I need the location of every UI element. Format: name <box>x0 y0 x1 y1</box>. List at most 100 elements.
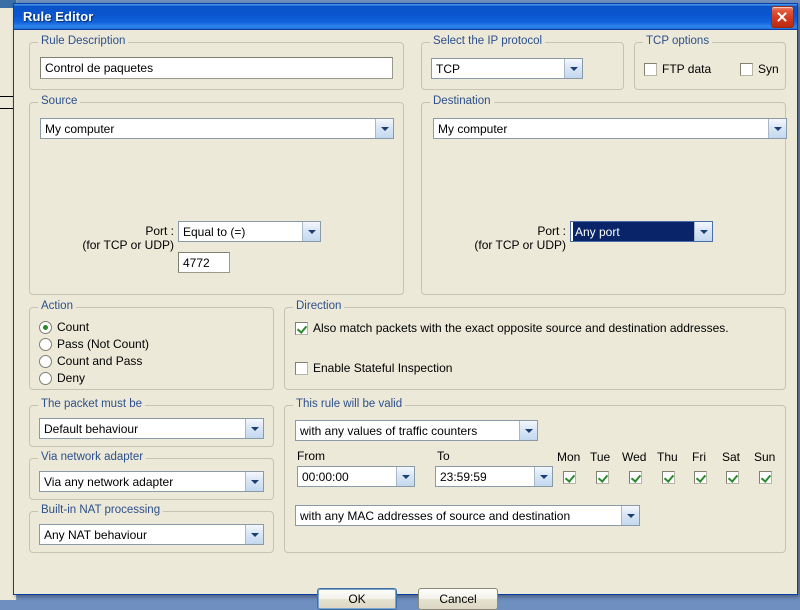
title-bar[interactable]: Rule Editor <box>14 4 797 30</box>
checkbox-match-opposite[interactable]: Also match packets with the exact opposi… <box>295 321 729 335</box>
packet-must-be-value: Default behaviour <box>44 421 139 436</box>
chevron-down-icon[interactable] <box>396 467 414 486</box>
chevron-down-icon[interactable] <box>302 222 320 241</box>
checkbox-box[interactable] <box>759 471 772 484</box>
checkbox-day-sun[interactable] <box>759 471 772 484</box>
radio-action-count-and-pass[interactable]: Count and Pass <box>39 354 142 368</box>
network-adapter-value: Via any network adapter <box>44 474 174 489</box>
group-title-ip-protocol: Select the IP protocol <box>430 35 546 47</box>
checkbox-box[interactable] <box>629 471 642 484</box>
destination-port-label-line2: (for TCP or UDP) <box>474 238 566 252</box>
chevron-down-icon[interactable] <box>245 419 263 438</box>
destination-address-value: My computer <box>438 121 508 136</box>
close-icon[interactable] <box>771 6 794 28</box>
radio-box[interactable] <box>39 337 52 351</box>
destination-port-label-line1: Port : <box>537 224 566 238</box>
checkbox-label: Enable Stateful Inspection <box>313 361 453 375</box>
radio-box[interactable] <box>39 371 52 385</box>
window-title: Rule Editor <box>23 9 94 24</box>
to-time-select[interactable]: 23:59:59 <box>435 466 553 487</box>
ip-protocol-select[interactable]: TCP <box>431 58 583 79</box>
day-label-mon: Mon <box>557 450 581 464</box>
chevron-down-icon[interactable] <box>245 525 263 544</box>
traffic-counters-select[interactable]: with any values of traffic counters <box>295 420 538 441</box>
source-port-label-line2: (for TCP or UDP) <box>82 238 174 252</box>
chevron-down-icon[interactable] <box>694 222 712 241</box>
checkbox-syn[interactable]: Syn <box>740 62 779 76</box>
checkbox-day-mon[interactable] <box>563 471 576 484</box>
radio-label: Deny <box>57 371 86 385</box>
group-title-rule-validity: This rule will be valid <box>293 398 406 410</box>
checkbox-box[interactable] <box>694 471 707 484</box>
mac-addresses-select[interactable]: with any MAC addresses of source and des… <box>295 505 640 526</box>
cancel-button[interactable]: Cancel <box>418 588 498 610</box>
ip-protocol-value: TCP <box>436 61 460 76</box>
checkbox-box[interactable] <box>740 62 753 76</box>
nat-processing-value: Any NAT behaviour <box>44 527 147 542</box>
group-title-destination: Destination <box>430 95 494 107</box>
checkbox-box[interactable] <box>563 471 576 484</box>
from-label: From <box>297 449 325 463</box>
chevron-down-icon[interactable] <box>519 421 537 440</box>
checkbox-ftp-data[interactable]: FTP data <box>644 62 711 76</box>
packet-must-be-select[interactable]: Default behaviour <box>39 418 264 439</box>
chevron-down-icon[interactable] <box>375 119 393 138</box>
chevron-down-icon[interactable] <box>768 119 786 138</box>
source-address-value: My computer <box>45 121 115 136</box>
checkbox-day-sat[interactable] <box>726 471 739 484</box>
ok-button[interactable]: OK <box>317 588 397 610</box>
nat-processing-select[interactable]: Any NAT behaviour <box>39 524 264 545</box>
checkbox-label: Syn <box>758 62 779 76</box>
radio-label: Pass (Not Count) <box>57 337 150 351</box>
group-direction: Direction <box>284 300 786 390</box>
chevron-down-icon[interactable] <box>245 472 263 491</box>
chevron-down-icon[interactable] <box>564 59 582 78</box>
source-port-value-input[interactable]: 4772 <box>178 252 230 273</box>
checkbox-box[interactable] <box>662 471 675 484</box>
destination-port-condition-value: Any port <box>573 222 694 241</box>
checkbox-box[interactable] <box>726 471 739 484</box>
checkbox-day-wed[interactable] <box>629 471 642 484</box>
destination-address-select[interactable]: My computer <box>433 118 787 139</box>
rule-description-input[interactable]: Control de paquetes <box>40 57 393 79</box>
checkbox-box[interactable] <box>644 62 657 76</box>
rule-editor-dialog: Rule Editor Rule Description Control de … <box>13 3 798 610</box>
radio-action-deny[interactable]: Deny <box>39 371 85 385</box>
checkbox-day-tue[interactable] <box>596 471 609 484</box>
radio-box[interactable] <box>39 354 52 368</box>
group-title-tcp-options: TCP options <box>643 35 713 47</box>
day-label-tue: Tue <box>590 450 611 464</box>
radio-action-count[interactable]: Count <box>39 320 89 334</box>
checkbox-box[interactable] <box>295 321 308 335</box>
radio-label: Count and Pass <box>57 354 143 368</box>
radio-box[interactable] <box>39 320 52 334</box>
source-port-condition-select[interactable]: Equal to (=) <box>178 221 321 242</box>
group-title-packet-must-be: The packet must be <box>38 398 145 410</box>
from-time-select[interactable]: 00:00:00 <box>297 466 415 487</box>
checkbox-label: FTP data <box>662 62 712 76</box>
network-adapter-select[interactable]: Via any network adapter <box>39 471 264 492</box>
radio-action-pass-not-count[interactable]: Pass (Not Count) <box>39 337 149 351</box>
checkbox-label: Also match packets with the exact opposi… <box>313 321 729 335</box>
checkbox-box[interactable] <box>295 361 308 375</box>
radio-label: Count <box>57 320 90 334</box>
mac-addresses-value: with any MAC addresses of source and des… <box>300 508 571 523</box>
day-label-thu: Thu <box>657 450 678 464</box>
day-label-sat: Sat <box>722 450 741 464</box>
chevron-down-icon[interactable] <box>621 506 639 525</box>
checkbox-day-fri[interactable] <box>694 471 707 484</box>
checkbox-box[interactable] <box>596 471 609 484</box>
from-time-value: 00:00:00 <box>302 469 349 484</box>
source-address-select[interactable]: My computer <box>40 118 394 139</box>
checkbox-stateful-inspection[interactable]: Enable Stateful Inspection <box>295 361 452 375</box>
source-port-condition-value: Equal to (=) <box>183 224 246 239</box>
destination-port-condition-select[interactable]: Any port <box>570 221 713 242</box>
dialog-client-area: Rule Description Control de paquetes Sel… <box>14 30 797 610</box>
chevron-down-icon[interactable] <box>534 467 552 486</box>
group-title-source: Source <box>38 95 81 107</box>
group-title-network-adapter: Via network adapter <box>38 451 147 463</box>
to-time-value: 23:59:59 <box>440 469 487 484</box>
day-label-wed: Wed <box>622 450 647 464</box>
group-title-direction: Direction <box>293 300 345 312</box>
checkbox-day-thu[interactable] <box>662 471 675 484</box>
